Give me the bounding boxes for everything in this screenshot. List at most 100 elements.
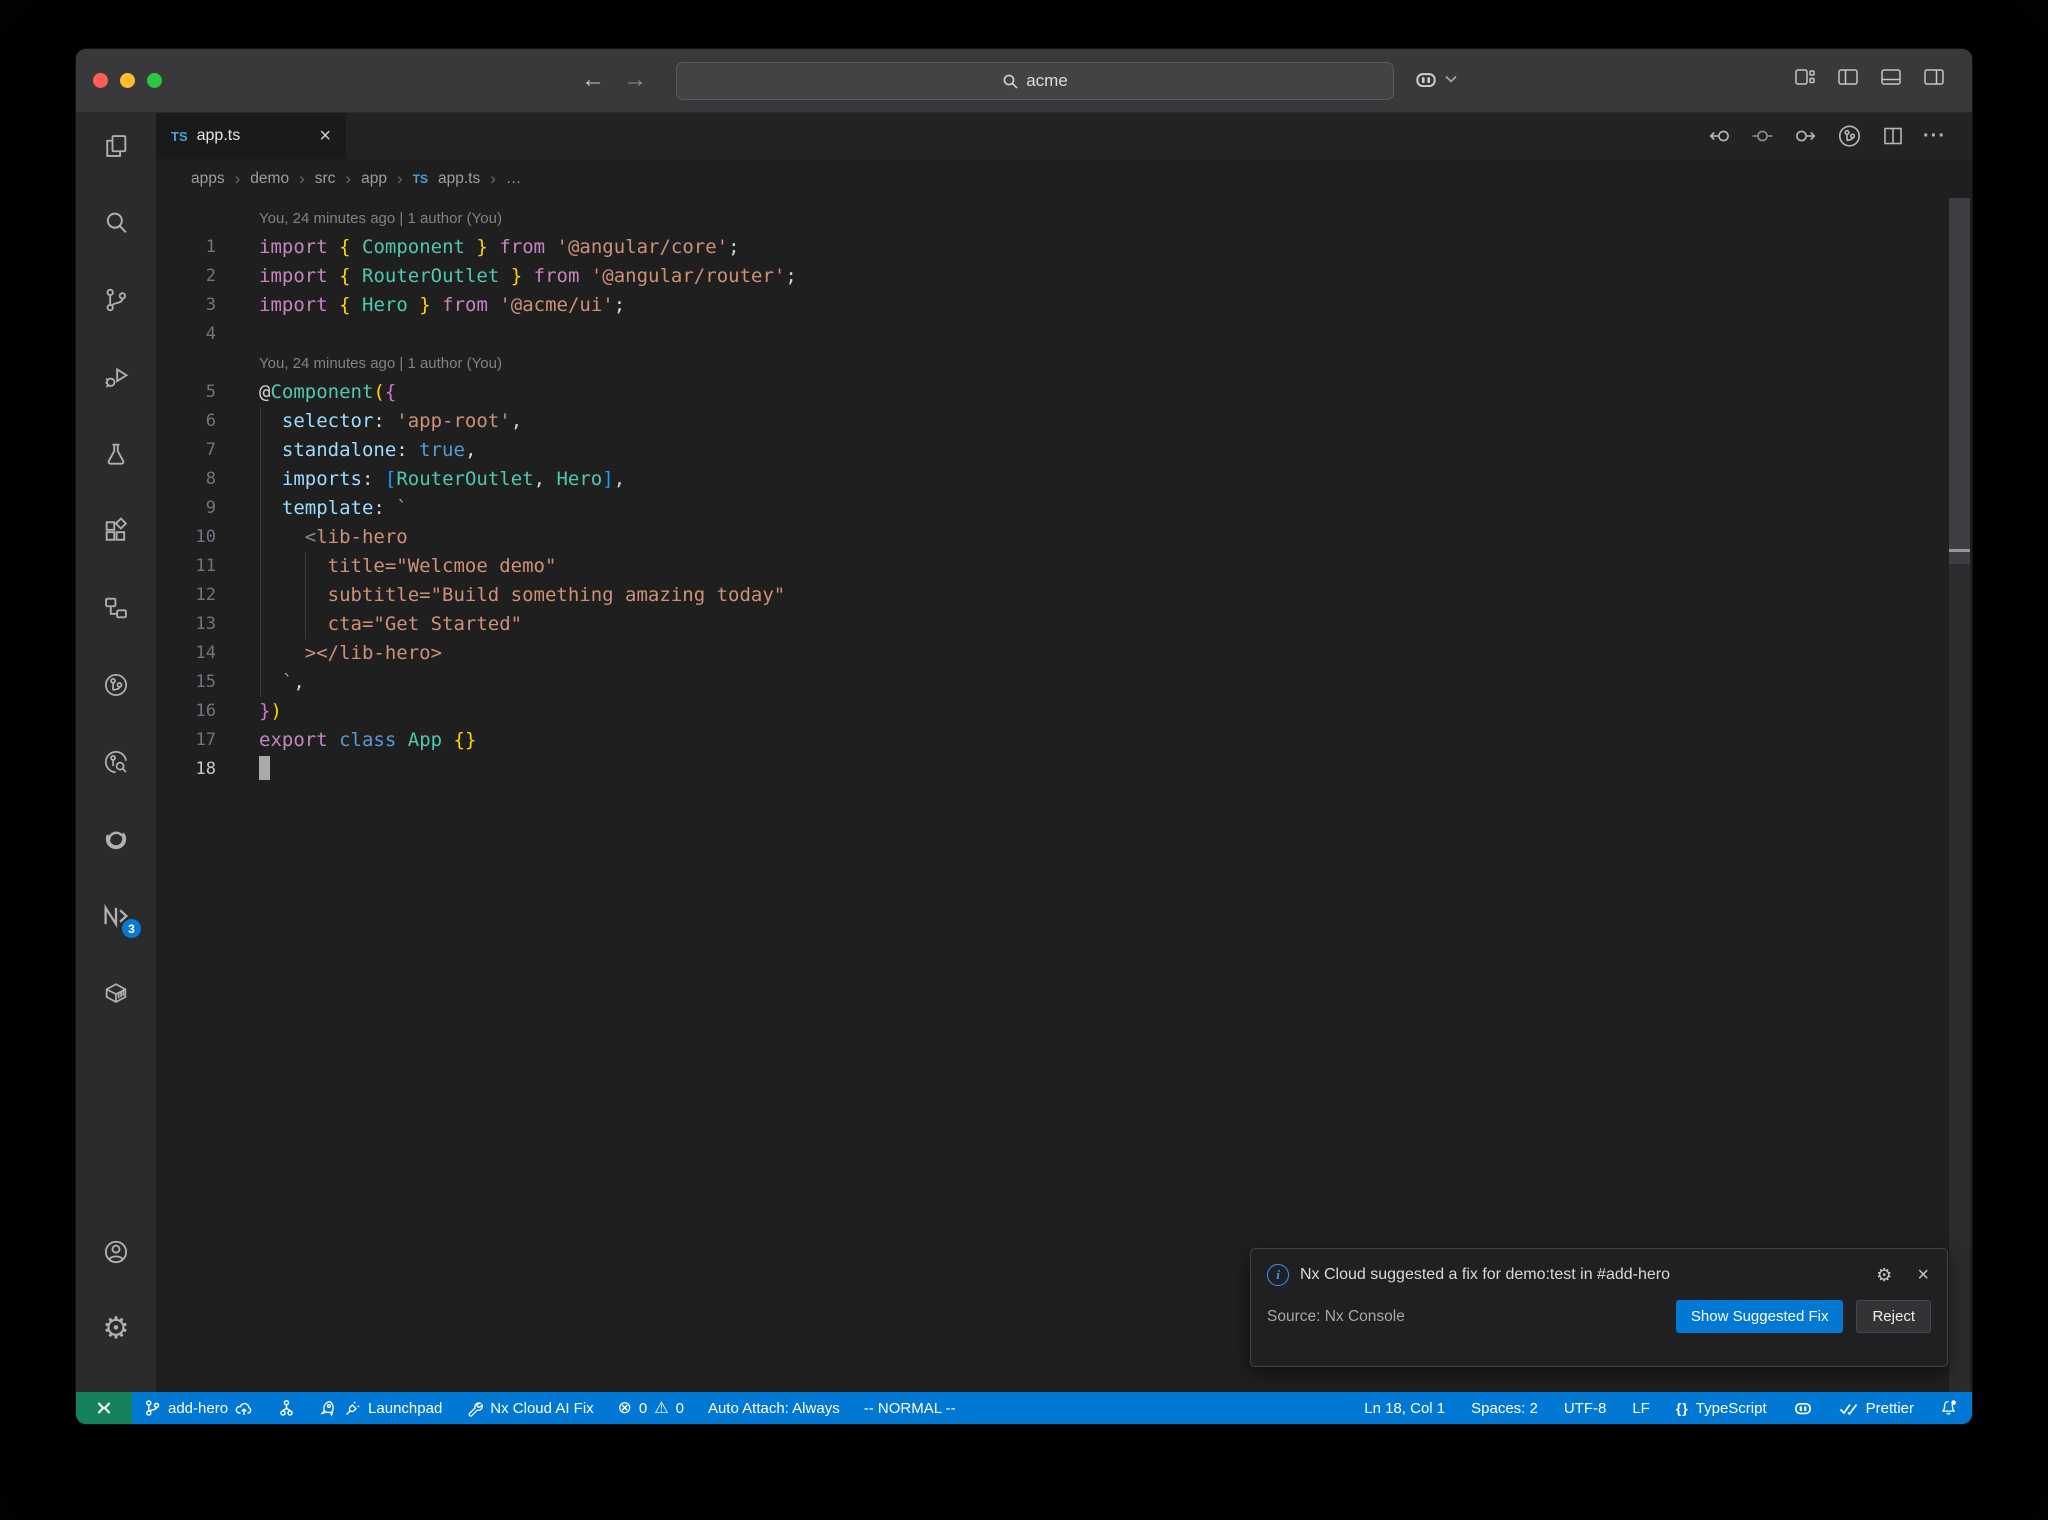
- file-history-icon[interactable]: [1836, 123, 1863, 149]
- commit-search-icon[interactable]: [101, 748, 131, 776]
- testing-icon[interactable]: [101, 440, 131, 468]
- code-line[interactable]: 5 @Component({: [156, 378, 1972, 407]
- tab-app-ts[interactable]: TS app.ts ×: [156, 113, 346, 159]
- notification-close-icon[interactable]: ×: [1917, 1265, 1929, 1285]
- reject-button[interactable]: Reject: [1856, 1300, 1931, 1333]
- overview-ruler-cursor-mark: [1949, 549, 1970, 552]
- customize-layout-icon[interactable]: [1793, 65, 1817, 89]
- desktop: ← → acme 3 ⚙ TS app.ts × ··· apps › demo…: [0, 0, 2048, 1520]
- breadcrumb-file[interactable]: app.ts: [438, 170, 480, 188]
- cursor-position-item[interactable]: Ln 18, Col 1: [1364, 1400, 1445, 1417]
- code-line[interactable]: 2 import { RouterOutlet } from '@angular/…: [156, 262, 1972, 291]
- eol-item[interactable]: LF: [1632, 1400, 1650, 1417]
- gitlens-next-change-icon[interactable]: [1793, 124, 1818, 148]
- edge-devtools-icon[interactable]: [101, 825, 131, 853]
- zoom-window-button[interactable]: [147, 73, 162, 88]
- line-number: 16: [195, 701, 216, 721]
- code-line[interactable]: 12 subtitle="Build something amazing tod…: [156, 581, 1972, 610]
- code-line[interactable]: 7 standalone: true,: [156, 436, 1972, 465]
- search-icon: [1003, 74, 1018, 89]
- extensions-icon[interactable]: [101, 517, 131, 545]
- breadcrumb-symbol-tail[interactable]: …: [506, 170, 522, 188]
- vim-mode-item[interactable]: -- NORMAL --: [864, 1400, 956, 1417]
- commits-item[interactable]: [278, 1399, 295, 1417]
- nx-cloud-fix-item[interactable]: Nx Cloud AI Fix: [466, 1400, 594, 1417]
- vscode-window: ← → acme 3 ⚙ TS app.ts × ··· apps › demo…: [75, 48, 1973, 1425]
- formatter-item[interactable]: Prettier: [1839, 1400, 1914, 1417]
- language-item[interactable]: {} TypeScript: [1676, 1400, 1767, 1417]
- split-editor-icon[interactable]: [1881, 124, 1905, 148]
- explorer-icon[interactable]: [101, 132, 131, 160]
- braces-icon: {}: [1675, 1400, 1689, 1416]
- breadcrumb-separator: ›: [396, 168, 403, 188]
- scrollbar-thumb[interactable]: [1949, 198, 1970, 564]
- line-number: 9: [205, 498, 216, 518]
- breadcrumb-item[interactable]: src: [315, 170, 336, 188]
- code-line[interactable]: 9 template: `: [156, 494, 1972, 523]
- code-line[interactable]: 13 cta="Get Started": [156, 610, 1972, 639]
- editor-scrollbar[interactable]: [1949, 198, 1970, 1392]
- show-suggested-fix-button[interactable]: Show Suggested Fix: [1675, 1300, 1844, 1333]
- run-and-debug-icon[interactable]: [101, 363, 131, 391]
- project-graph-icon[interactable]: [101, 594, 131, 622]
- error-count: 0: [638, 1399, 648, 1417]
- copilot-status-item[interactable]: [1793, 1398, 1813, 1418]
- code-line[interactable]: 10 <lib-hero: [156, 523, 1972, 552]
- accounts-icon[interactable]: [101, 1238, 131, 1266]
- navigate-back-button[interactable]: ←: [581, 66, 605, 94]
- indentation-item[interactable]: Spaces: 2: [1471, 1400, 1538, 1417]
- breadcrumb-item[interactable]: demo: [250, 170, 289, 188]
- gitlens-prev-change-icon[interactable]: [1707, 124, 1732, 148]
- remote-indicator[interactable]: [76, 1392, 132, 1424]
- double-check-icon: [1839, 1403, 1857, 1415]
- blame-annotation[interactable]: You, 24 minutes ago | 1 author (You): [156, 349, 1972, 378]
- copilot-menu[interactable]: [1413, 66, 1457, 92]
- navigate-forward-button[interactable]: →: [623, 66, 647, 94]
- toggle-secondary-sidebar-icon[interactable]: [1922, 65, 1946, 89]
- breadcrumb-item[interactable]: apps: [191, 170, 225, 188]
- code-line[interactable]: 11 title="Welcmoe demo": [156, 552, 1972, 581]
- encoding-item[interactable]: UTF-8: [1564, 1400, 1607, 1417]
- gitlens-current-change-icon[interactable]: [1750, 124, 1775, 148]
- rocket-icon: [320, 1400, 334, 1417]
- line-number: 18: [195, 759, 216, 779]
- toggle-primary-sidebar-icon[interactable]: [1836, 65, 1860, 89]
- git-branch-item[interactable]: add-hero: [144, 1399, 254, 1417]
- code-line[interactable]: 3 import { Hero } from '@acme/ui';: [156, 291, 1972, 320]
- code-line[interactable]: 17 export class App {}: [156, 726, 1972, 755]
- command-center-search[interactable]: acme: [676, 62, 1394, 100]
- code-line[interactable]: 15 `,: [156, 668, 1972, 697]
- breadcrumb-item[interactable]: app: [361, 170, 387, 188]
- containers-icon[interactable]: [101, 979, 131, 1007]
- code-line[interactable]: 8 imports: [RouterOutlet, Hero],: [156, 465, 1972, 494]
- search-view-icon[interactable]: [101, 209, 131, 237]
- line-number: 7: [205, 440, 216, 460]
- more-actions-icon[interactable]: ···: [1923, 125, 1946, 148]
- code-line[interactable]: 18: [156, 755, 1972, 784]
- minimize-window-button[interactable]: [120, 73, 135, 88]
- settings-icon[interactable]: ⚙: [101, 1314, 131, 1344]
- code-editor[interactable]: You, 24 minutes ago | 1 author (You) 1 imp…: [156, 198, 1972, 1392]
- line-number: 5: [205, 382, 216, 402]
- tab-close-icon[interactable]: ×: [319, 126, 331, 146]
- toggle-panel-icon[interactable]: [1879, 65, 1903, 89]
- launchpad-item[interactable]: Launchpad: [319, 1399, 442, 1417]
- problems-item[interactable]: ⊗ 0 ⚠ 0: [618, 1398, 684, 1418]
- plug-icon: [346, 1401, 360, 1415]
- code-line[interactable]: 1 import { Component } from '@angular/cor…: [156, 233, 1972, 262]
- notifications-bell-item[interactable]: [1940, 1399, 1958, 1417]
- commit-graph-icon[interactable]: [101, 671, 131, 699]
- notification-settings-icon[interactable]: ⚙: [1876, 1265, 1892, 1286]
- close-window-button[interactable]: [93, 73, 108, 88]
- code-line[interactable]: 6 selector: 'app-root',: [156, 407, 1972, 436]
- nx-console-icon[interactable]: 3: [101, 902, 141, 938]
- code-line[interactable]: 14 ></lib-hero>: [156, 639, 1972, 668]
- cloud-upload-icon: [235, 1402, 252, 1415]
- blame-annotation[interactable]: You, 24 minutes ago | 1 author (You): [156, 204, 1972, 233]
- breadcrumb-separator: ›: [234, 168, 241, 188]
- source-control-icon[interactable]: [101, 286, 131, 314]
- auto-attach-item[interactable]: Auto Attach: Always: [708, 1400, 840, 1417]
- git-branch-icon: [146, 1400, 160, 1416]
- code-line[interactable]: 16}): [156, 697, 1972, 726]
- code-line[interactable]: 4: [156, 320, 1972, 349]
